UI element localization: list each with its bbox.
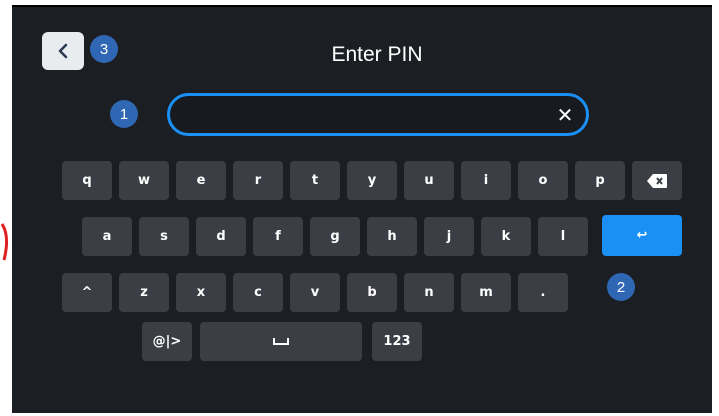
- key-d[interactable]: d: [196, 217, 246, 256]
- key-e[interactable]: e: [176, 161, 226, 200]
- key-p[interactable]: p: [575, 161, 625, 200]
- enter-icon: ↩: [636, 228, 648, 243]
- enter-key[interactable]: ↩: [602, 215, 682, 256]
- key-j[interactable]: j: [424, 217, 474, 256]
- key-n[interactable]: n: [404, 273, 454, 312]
- key-h[interactable]: h: [367, 217, 417, 256]
- back-button[interactable]: [42, 32, 84, 70]
- key-q[interactable]: q: [62, 161, 112, 200]
- pin-input[interactable]: [184, 102, 548, 130]
- key-y[interactable]: y: [347, 161, 397, 200]
- space-icon: [273, 338, 289, 345]
- key-m[interactable]: m: [461, 273, 511, 312]
- key-o[interactable]: o: [518, 161, 568, 200]
- key-i[interactable]: i: [461, 161, 511, 200]
- backspace-icon: [647, 173, 667, 188]
- space-key[interactable]: [200, 322, 362, 361]
- annotation-badge-back: 3: [90, 35, 118, 63]
- pin-input-field[interactable]: ✕: [167, 93, 589, 136]
- key-v[interactable]: v: [290, 273, 340, 312]
- key-x[interactable]: x: [176, 273, 226, 312]
- shift-key[interactable]: ^: [62, 273, 112, 312]
- key-t[interactable]: t: [290, 161, 340, 200]
- page-title: Enter PIN: [331, 43, 423, 66]
- numbers-key[interactable]: 123: [372, 322, 422, 361]
- pin-entry-screen: 3 Enter PIN 1 ✕ q w e r t y u i o p a s …: [12, 5, 712, 413]
- chevron-left-icon: [58, 43, 68, 59]
- key-k[interactable]: k: [481, 217, 531, 256]
- key-r[interactable]: r: [233, 161, 283, 200]
- key-u[interactable]: u: [404, 161, 454, 200]
- key-period[interactable]: .: [518, 273, 568, 312]
- key-f[interactable]: f: [253, 217, 303, 256]
- key-s[interactable]: s: [139, 217, 189, 256]
- email-key[interactable]: @|>: [142, 322, 192, 361]
- backspace-key[interactable]: [632, 161, 682, 200]
- decorative-red-mark: [0, 223, 9, 261]
- annotation-badge-input: 1: [110, 100, 138, 128]
- close-icon[interactable]: ✕: [552, 102, 578, 128]
- annotation-badge-enter: 2: [607, 273, 635, 301]
- key-b[interactable]: b: [347, 273, 397, 312]
- key-a[interactable]: a: [82, 217, 132, 256]
- key-w[interactable]: w: [119, 161, 169, 200]
- key-l[interactable]: l: [538, 217, 588, 256]
- key-g[interactable]: g: [310, 217, 360, 256]
- key-c[interactable]: c: [233, 273, 283, 312]
- key-z[interactable]: z: [119, 273, 169, 312]
